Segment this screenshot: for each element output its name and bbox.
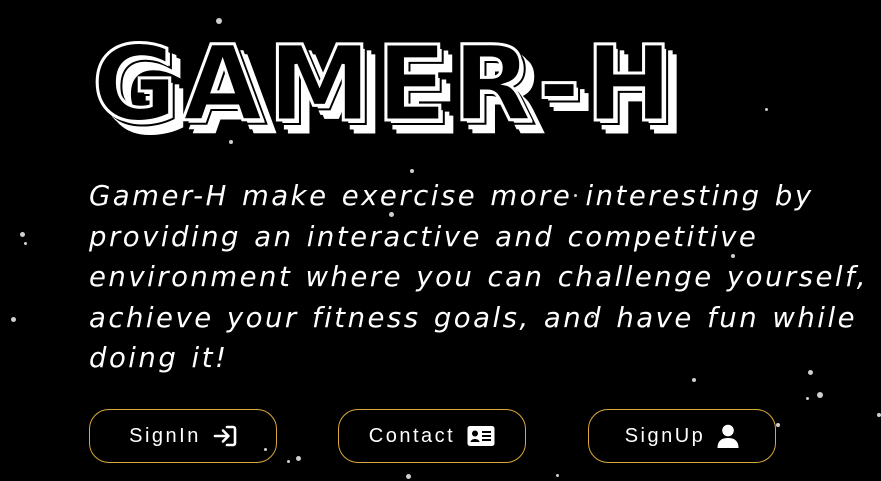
star xyxy=(216,18,222,24)
signin-button-label: SignIn xyxy=(129,424,201,447)
gamer-h-logo: GAMER-H GAMER-H GAMER-H GAMER-H xyxy=(90,32,710,142)
star xyxy=(20,232,25,237)
star xyxy=(24,242,27,245)
star xyxy=(776,423,780,427)
sign-in-arrow-icon xyxy=(213,425,237,447)
signup-button-label: SignUp xyxy=(624,424,706,447)
contact-button-label: Contact xyxy=(368,424,456,447)
star xyxy=(406,474,411,479)
user-icon xyxy=(717,424,739,448)
star xyxy=(765,108,768,111)
star xyxy=(556,474,559,477)
hero-tagline: Gamer-H make exercise more interesting b… xyxy=(89,180,869,374)
signin-button[interactable]: SignIn xyxy=(89,409,277,463)
logo-graphic: GAMER-H GAMER-H GAMER-H GAMER-H xyxy=(91,32,687,142)
star xyxy=(410,169,414,173)
logo-text-face: GAMER-H xyxy=(92,32,678,142)
star xyxy=(296,456,301,461)
star xyxy=(806,397,809,400)
star xyxy=(877,413,881,417)
signup-button[interactable]: SignUp xyxy=(588,409,776,463)
star xyxy=(11,317,16,322)
contact-card-icon xyxy=(467,425,495,447)
star xyxy=(287,460,290,463)
star xyxy=(692,378,696,382)
contact-button[interactable]: Contact xyxy=(338,409,526,463)
star xyxy=(817,392,823,398)
